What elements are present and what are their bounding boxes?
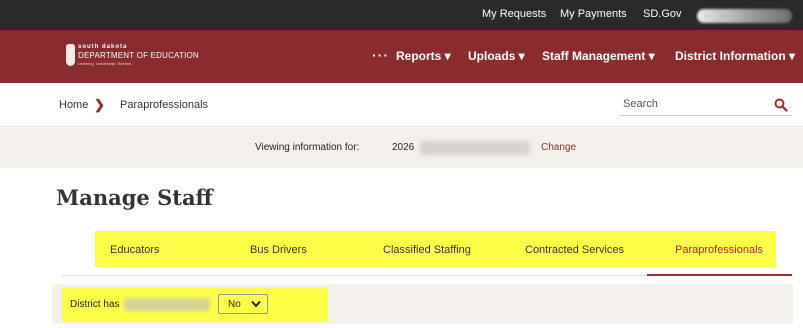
my-requests-link[interactable]: My Requests (482, 8, 546, 20)
main-navigation: south dakota DEPARTMENT OF EDUCATION Lea… (0, 30, 803, 83)
viewing-year: 2026 (392, 142, 415, 153)
nav-reports[interactable]: Reports ▾ (396, 49, 451, 63)
viewing-label: Viewing information for: (255, 142, 360, 153)
nav-staff-management[interactable]: Staff Management ▾ (542, 49, 655, 63)
my-payments-link[interactable]: My Payments (560, 8, 627, 20)
staff-tabs: Educators Bus Drivers Classified Staffin… (95, 231, 776, 267)
viewing-info-bar: Viewing information for: 2026 Change (0, 128, 803, 168)
district-select-value: No (228, 299, 241, 310)
search-icon[interactable] (774, 98, 788, 112)
logo-line-department: DEPARTMENT OF EDUCATION (78, 51, 199, 60)
active-tab-indicator (647, 274, 792, 276)
district-has-label: District has (70, 299, 120, 310)
state-seal-icon (66, 44, 75, 66)
tab-bus-drivers[interactable]: Bus Drivers (250, 244, 307, 256)
logo-line-state: south dakota (78, 44, 128, 50)
user-account-redacted[interactable] (697, 9, 792, 23)
search-input[interactable]: Search (619, 96, 792, 116)
logo-line-tagline: Learning. Leadership. Service. (78, 61, 133, 66)
tab-paraprofessionals[interactable]: Paraprofessionals (675, 244, 763, 256)
redacted-district-name (420, 141, 530, 155)
tab-contracted-services[interactable]: Contracted Services (525, 244, 624, 256)
breadcrumb-home[interactable]: Home (59, 99, 88, 111)
nav-uploads[interactable]: Uploads ▾ (468, 49, 525, 63)
nav-district-information[interactable]: District Information ▾ (675, 49, 795, 63)
more-menu-icon[interactable]: ··· (372, 47, 389, 63)
breadcrumb-current: Paraprofessionals (120, 99, 209, 111)
sd-gov-link[interactable]: SD.Gov (643, 8, 682, 20)
chevron-down-icon (251, 300, 261, 308)
tab-educators[interactable]: Educators (110, 244, 160, 256)
search-placeholder: Search (623, 98, 658, 110)
page-title: Manage Staff (56, 185, 213, 210)
chevron-right-icon: ❯ (94, 97, 105, 112)
district-select[interactable]: No (218, 294, 268, 314)
breadcrumb-bar: Home ❯ Paraprofessionals Search (0, 83, 803, 127)
utility-bar: My Requests My Payments SD.Gov (0, 0, 803, 30)
redacted-district-field (124, 298, 210, 311)
change-link[interactable]: Change (541, 142, 576, 153)
tab-classified-staffing[interactable]: Classified Staffing (383, 244, 471, 256)
district-setting-row: District has No (62, 287, 328, 322)
